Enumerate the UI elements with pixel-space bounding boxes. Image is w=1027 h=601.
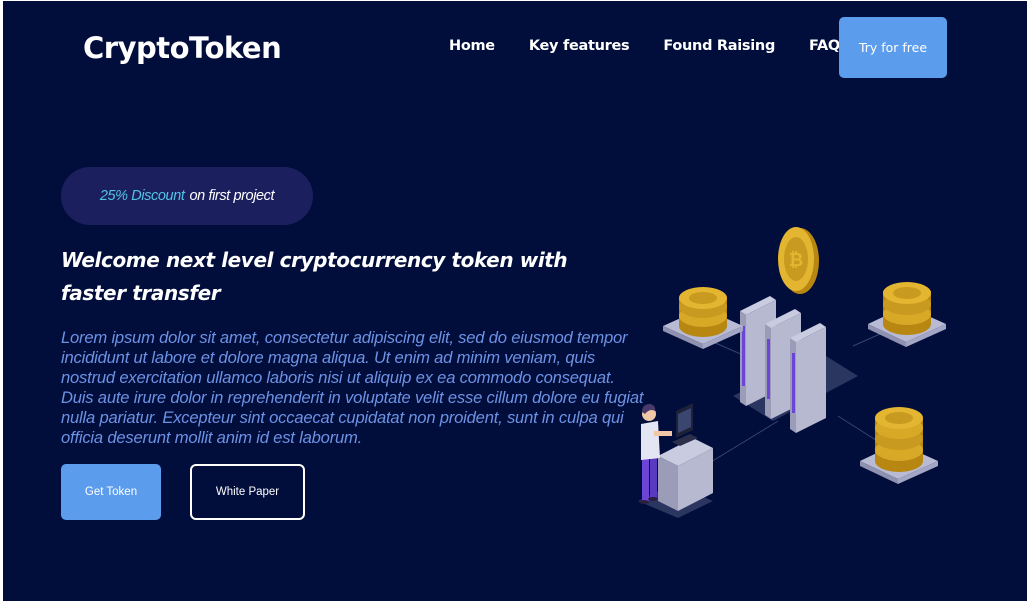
server-rack-icon [740, 296, 826, 433]
try-for-free-button[interactable]: Try for free [839, 17, 947, 78]
discount-highlight: 25% Discount [99, 188, 185, 204]
coin-stack-icon [868, 282, 946, 347]
crypto-network-illustration: ₿ [638, 227, 946, 518]
get-token-button[interactable]: Get Token [61, 464, 161, 520]
main-nav: Home Key features Found Raising FAQ [449, 38, 874, 54]
white-paper-button[interactable]: White Paper [190, 464, 305, 520]
brand-logo[interactable]: CryptoToken [83, 31, 282, 65]
hero-headline: Welcome next level cryptocurrency token … [61, 248, 568, 305]
landing-page: CryptoToken Home Key features Found Rais… [3, 1, 1027, 601]
coin-stack-icon [860, 407, 938, 484]
nav-item-faq[interactable]: FAQ [809, 38, 840, 54]
person-at-computer-icon [638, 403, 713, 518]
nav-item-key-features[interactable]: Key features [529, 38, 630, 54]
nav-item-found-raising[interactable]: Found Raising [663, 38, 775, 54]
nav-item-home[interactable]: Home [449, 38, 495, 54]
hero-description: Lorem ipsum dolor sit amet, consectetur … [61, 328, 644, 447]
bitcoin-coin-icon: ₿ [778, 227, 819, 294]
svg-text:₿: ₿ [789, 250, 804, 271]
coin-stack-icon [663, 287, 743, 349]
discount-text: on first project [189, 188, 275, 204]
discount-badge: 25% Discount on first project [61, 167, 313, 225]
